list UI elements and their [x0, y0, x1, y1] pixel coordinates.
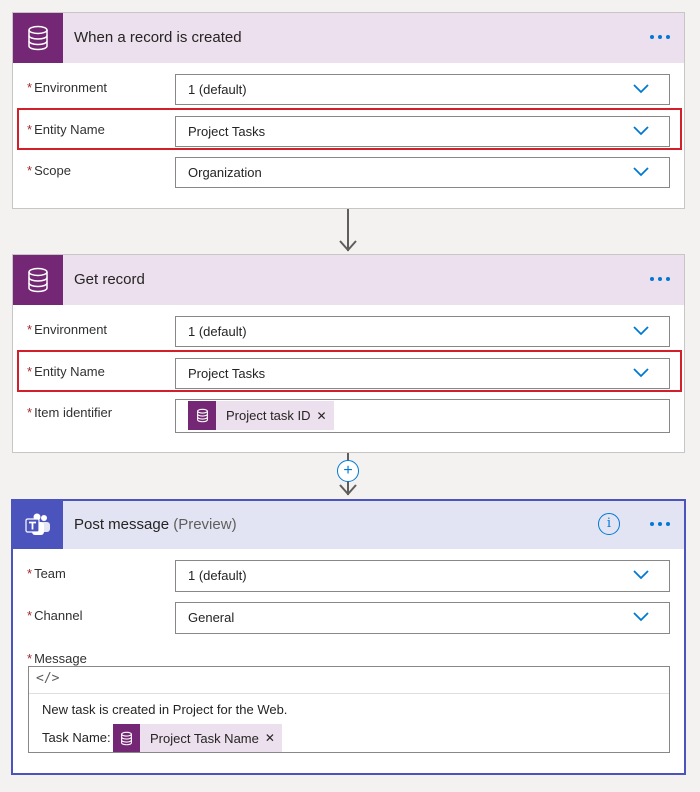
channel-dropdown[interactable]: General: [175, 602, 670, 634]
dynamic-content-token[interactable]: Project task ID ✕: [188, 401, 334, 430]
dataverse-icon: [188, 401, 216, 430]
code-view-icon[interactable]: </>: [36, 671, 59, 686]
dataverse-icon: [13, 13, 63, 63]
chevron-down-icon: [633, 167, 649, 177]
get-record-title: Get record: [74, 271, 145, 288]
token-label: Project task ID: [226, 408, 311, 423]
remove-token-icon[interactable]: ✕: [317, 409, 334, 423]
get-record-card: Get record * Environment 1 (default) * Ent…: [12, 254, 685, 453]
add-step-icon[interactable]: +: [337, 460, 359, 482]
more-options-icon[interactable]: [650, 522, 670, 526]
entity-name-dropdown[interactable]: Project Tasks: [175, 116, 670, 147]
entity-name-label: * Entity Name: [27, 122, 105, 137]
message-text-prefix: Task Name:: [42, 730, 111, 745]
scope-label: * Scope: [27, 163, 71, 178]
message-text-line: New task is created in Project for the W…: [42, 702, 288, 717]
info-icon[interactable]: i: [598, 513, 620, 535]
message-label: * Message: [27, 651, 87, 666]
chevron-down-icon: [633, 126, 649, 136]
token-label: Project Task Name: [150, 730, 259, 746]
chevron-down-icon: [633, 570, 649, 580]
arrow-down-icon: [339, 240, 357, 252]
channel-label: * Channel: [27, 608, 83, 623]
teams-icon: [13, 501, 63, 549]
more-options-icon[interactable]: [650, 35, 670, 39]
team-dropdown[interactable]: 1 (default): [175, 560, 670, 592]
item-identifier-label: * Item identifier: [27, 405, 113, 420]
dynamic-content-token[interactable]: Project Task Name ✕: [113, 724, 282, 752]
remove-token-icon[interactable]: ✕: [265, 731, 282, 745]
entity-name-label: * Entity Name: [27, 364, 105, 379]
chevron-down-icon: [633, 326, 649, 336]
message-editor[interactable]: </> New task is created in Project for t…: [28, 666, 670, 753]
chevron-down-icon: [633, 368, 649, 378]
message-toolbar: </>: [29, 667, 669, 694]
post-message-card: Post message (Preview) i * Team 1 (defaul…: [11, 499, 686, 775]
environment-label: * Environment: [27, 80, 108, 95]
entity-name-dropdown[interactable]: Project Tasks: [175, 358, 670, 389]
chevron-down-icon: [633, 84, 649, 94]
environment-label: * Environment: [27, 322, 108, 337]
scope-dropdown[interactable]: Organization: [175, 157, 670, 188]
more-options-icon[interactable]: [650, 277, 670, 281]
trigger-card-header[interactable]: When a record is created: [13, 13, 684, 63]
dataverse-icon: [13, 255, 63, 305]
item-identifier-input[interactable]: Project task ID ✕: [175, 399, 670, 433]
environment-dropdown[interactable]: 1 (default): [175, 316, 670, 347]
chevron-down-icon: [633, 612, 649, 622]
arrow-down-icon: [339, 484, 357, 496]
dataverse-icon: [113, 724, 140, 752]
get-record-card-header[interactable]: Get record: [13, 255, 684, 305]
trigger-title: When a record is created: [74, 29, 242, 46]
post-message-title: Post message (Preview): [74, 516, 237, 533]
post-message-card-header[interactable]: Post message (Preview) i: [13, 501, 684, 549]
trigger-card: When a record is created * Environment 1 …: [12, 12, 685, 209]
environment-dropdown[interactable]: 1 (default): [175, 74, 670, 105]
team-label: * Team: [27, 566, 66, 581]
